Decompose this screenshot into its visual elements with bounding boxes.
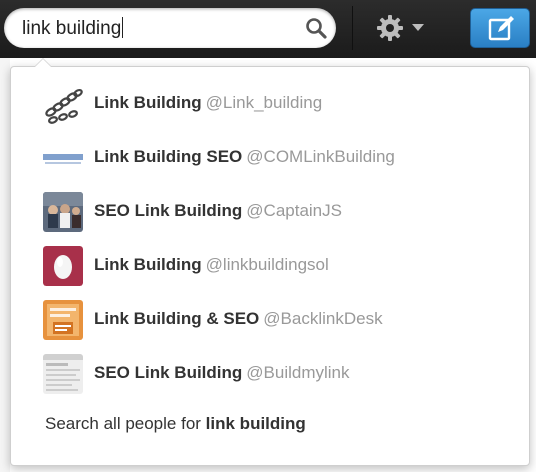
result-name: Link Building	[94, 93, 202, 112]
toolbar-divider	[352, 6, 353, 50]
search-suggestions-dropdown: Link Building @Link_building Link Buildin…	[10, 58, 530, 466]
compose-tweet-button[interactable]	[470, 8, 530, 48]
compose-icon	[488, 16, 514, 41]
result-item[interactable]: Link Building & SEO @BacklinkDesk	[11, 295, 529, 348]
result-text: SEO Link Building @CaptainJS	[94, 201, 342, 221]
result-text: Link Building SEO @COMLinkBuilding	[94, 147, 395, 167]
search-all-prefix: Search all people for	[45, 414, 201, 433]
result-text: Link Building & SEO @BacklinkDesk	[94, 309, 383, 329]
chevron-down-icon	[412, 24, 424, 31]
avatar	[43, 300, 83, 340]
result-item[interactable]: Link Building SEO @COMLinkBuilding	[11, 133, 529, 186]
result-item[interactable]: SEO Link Building @Buildmylink	[11, 349, 529, 402]
search-query[interactable]: link building	[22, 17, 124, 40]
result-handle: @Link_building	[205, 93, 323, 112]
avatar	[43, 138, 83, 178]
search-input[interactable]: link building	[4, 8, 336, 48]
search-icon[interactable]	[304, 16, 328, 40]
avatar	[43, 246, 83, 286]
result-name: SEO Link Building	[94, 363, 243, 382]
result-name: Link Building SEO	[94, 147, 243, 166]
result-name: Link Building	[94, 255, 202, 274]
result-item[interactable]: Link Building @Link_building	[11, 79, 529, 132]
result-handle: @COMLinkBuilding	[246, 147, 395, 166]
page-background	[0, 58, 10, 472]
top-bar: link building	[0, 0, 536, 58]
dropdown-arrow	[34, 58, 52, 67]
result-name: Link Building & SEO	[94, 309, 260, 328]
result-item[interactable]: SEO Link Building @CaptainJS	[11, 187, 529, 240]
avatar	[43, 84, 83, 124]
result-handle: @linkbuildingsol	[205, 255, 329, 274]
avatar	[43, 192, 83, 232]
text-cursor	[122, 17, 124, 38]
result-handle: @BacklinkDesk	[263, 309, 383, 328]
result-text: SEO Link Building @Buildmylink	[94, 363, 350, 383]
search-all-people-link[interactable]: Search all people for link building	[45, 414, 306, 434]
avatar	[43, 354, 83, 394]
result-text: Link Building @linkbuildingsol	[94, 255, 329, 275]
gear-icon	[377, 15, 403, 41]
result-handle: @CaptainJS	[246, 201, 342, 220]
result-item[interactable]: Link Building @linkbuildingsol	[11, 241, 529, 294]
result-name: SEO Link Building	[94, 201, 243, 220]
settings-button[interactable]	[370, 10, 438, 46]
search-all-query: link building	[205, 414, 306, 433]
result-text: Link Building @Link_building	[94, 93, 322, 113]
result-handle: @Buildmylink	[246, 363, 350, 382]
